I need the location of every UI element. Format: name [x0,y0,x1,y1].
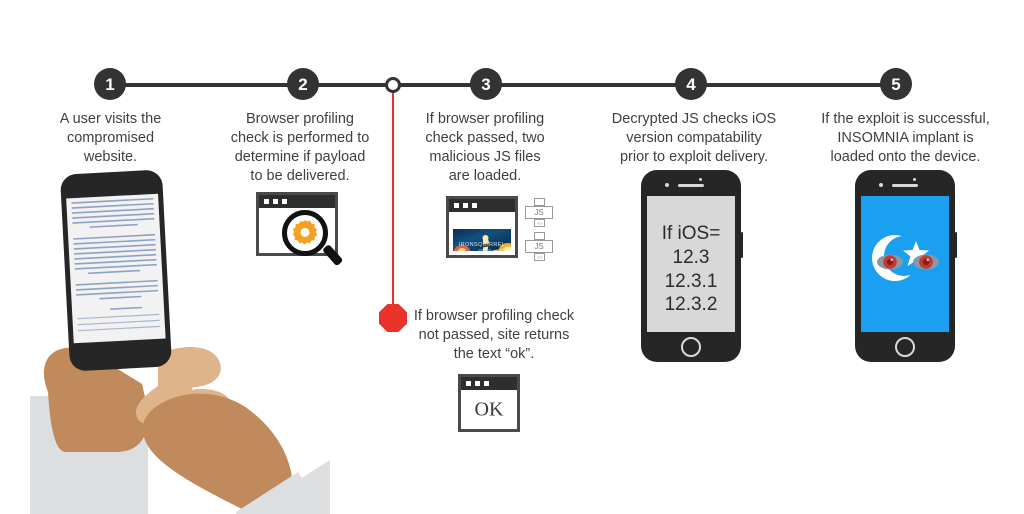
caption-line: not passed, site returns [418,327,570,344]
ironsquirrel-label: IRONSQUIRREL [458,242,506,248]
front-camera-icon [665,183,669,187]
caption-line: A user visits the [59,111,162,127]
caption-line: Browser profiling [246,111,354,127]
js-file-footer-1: <> [534,219,545,227]
step-node-4[interactable]: 4 [675,68,707,100]
js-file-footer-2: <> [534,253,545,261]
phone-screen-flag-surveillance [861,196,949,332]
step-caption-4: Decrypted JS checks iOS version compatab… [603,110,785,167]
step-caption-1: A user visits the compromised website. [28,110,193,167]
window-body: OK [461,390,517,429]
window-dot-icon [472,203,477,208]
gear-icon [292,220,318,245]
caption-line: INSOMNIA implant is [837,130,974,147]
proximity-sensor-icon [699,178,702,181]
front-camera-icon [879,183,883,187]
infographic-canvas: 1 2 3 4 5 A user visits the compromised … [0,0,1024,514]
caption-line: version compatability [626,130,762,147]
browser-window-ironsquirrel: IRONSQUIRREL [446,196,518,258]
home-button[interactable] [895,337,915,357]
caption-line: Decrypted JS checks iOS [611,111,777,127]
step-number-4: 4 [686,74,696,94]
ironsquirrel-artwork: IRONSQUIRREL [453,229,511,251]
power-button[interactable] [741,232,743,258]
step-node-1[interactable]: 1 [94,68,126,100]
window-titlebar [449,199,515,212]
js-file-header [534,232,545,240]
step-caption-3: If browser profiling check passed, two m… [405,110,565,187]
step-number-2: 2 [298,74,308,94]
window-body: IRONSQUIRREL [449,212,515,255]
step-node-2[interactable]: 2 [287,68,319,100]
ios-check-prefix: If iOS= [661,223,721,244]
ok-response-text: OK [474,398,504,420]
caption-line: If the exploit is successful, [821,111,990,127]
ios-version-3: 12.3.2 [664,294,718,316]
branch-caption: If browser profiling check not passed, s… [404,307,584,364]
caption-line: prior to exploit delivery. [619,149,769,166]
proximity-sensor-icon [913,178,916,181]
timeline-track [110,83,896,87]
ios-version-1: 12.3 [672,246,710,268]
caption-line: check is performed to [230,130,370,147]
eye-left [877,254,903,270]
step-node-3[interactable]: 3 [470,68,502,100]
caption-line: are loaded. [448,168,522,185]
js-file-label-2: JS [525,240,553,253]
caption-line: the text “ok”. [453,346,535,363]
window-dot-icon [475,381,480,386]
caption-line: If browser profiling [425,111,545,127]
browser-window-ok: OK [458,374,520,432]
js-file-header [534,198,545,206]
earpiece-speaker [892,184,918,187]
magnifier-group [256,192,360,278]
ios-version-list: If iOS= 12.3 12.3.1 12.3.2 [647,222,735,317]
window-titlebar [461,377,517,390]
step-number-3: 3 [481,74,491,94]
window-dot-icon [484,381,489,386]
step-caption-5: If the exploit is successful, INSOMNIA i… [808,110,1003,167]
caption-line: check passed, two [425,130,545,147]
step-number-1: 1 [105,74,115,94]
caption-line: malicious JS files [429,149,541,166]
earpiece-speaker [678,184,704,187]
ios-version-2: 12.3.1 [664,270,718,292]
step-number-5: 5 [891,74,901,94]
branch-connector [392,88,394,310]
phone-device-ios-check: If iOS= 12.3 12.3.1 12.3.2 [641,170,743,362]
caption-line: loaded onto the device. [830,149,981,166]
window-dot-icon [466,381,471,386]
branch-junction-node[interactable] [385,77,401,93]
window-dot-icon [454,203,459,208]
js-file-icon-2: JS <> [525,232,553,262]
eye-right [913,254,939,270]
power-button[interactable] [955,232,957,258]
step-node-5[interactable]: 5 [880,68,912,100]
phone-screen-ios-versions: If iOS= 12.3 12.3.1 12.3.2 [647,196,735,332]
window-dot-icon [463,203,468,208]
stop-octagon-icon [379,304,407,332]
js-file-label-1: JS [525,206,553,219]
js-file-icon-1: JS <> [525,198,553,228]
phone-device-implant [855,170,957,362]
magnifier-handle-icon [322,243,344,267]
home-button[interactable] [681,337,701,357]
caption-line: If browser profiling check [413,308,575,324]
caption-line: compromised [66,130,155,147]
